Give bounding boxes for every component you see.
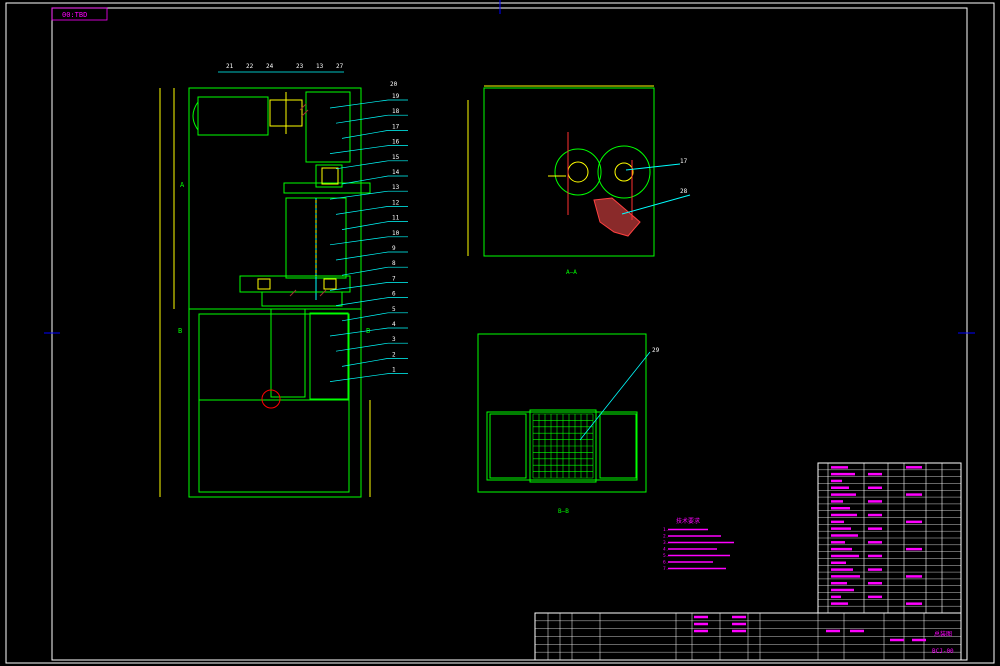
- balloon-right: 11: [392, 215, 400, 222]
- balloon-right: 14: [392, 169, 400, 176]
- balloon-right: 13: [392, 184, 400, 191]
- balloon-top-6: 27: [336, 63, 344, 70]
- balloon-right: 9: [392, 245, 396, 252]
- leader-line: [341, 266, 389, 276]
- leader-line: [335, 297, 389, 306]
- balloon-top-7: 20: [390, 81, 398, 88]
- balloon-right: 4: [392, 321, 396, 328]
- balloon-right: 15: [392, 154, 400, 161]
- leader-line: [329, 282, 389, 291]
- leader-line: [329, 327, 389, 337]
- tech-requirements: 1.2.3.4.5.6.7.: [663, 527, 734, 572]
- balloon-right: 6: [392, 291, 396, 298]
- tech-req-title: 技术要求: [676, 517, 700, 525]
- balloon-top-1: 21: [226, 63, 234, 70]
- balloon-right: 8: [392, 260, 396, 267]
- tech-req-line: 1.: [663, 527, 668, 533]
- leader-line: [335, 251, 389, 261]
- tech-req-line: 4.: [663, 547, 668, 553]
- balloon-right: 3: [392, 336, 396, 343]
- leader-line: [335, 342, 389, 352]
- balloon-right: 18: [392, 108, 400, 115]
- section-mark-b-left: B: [178, 327, 182, 335]
- balloon-top-5: 13: [316, 63, 324, 70]
- aa-balloon-17: 17: [680, 158, 688, 165]
- leader-line: [341, 221, 389, 230]
- tech-req-line: 5.: [663, 553, 668, 559]
- balloon-right: 17: [392, 123, 400, 130]
- balloon-right: 2: [392, 351, 396, 358]
- leader-line: [329, 145, 389, 154]
- balloon-top-3: 24: [266, 63, 274, 70]
- tech-req-line: 6.: [663, 560, 668, 566]
- leader-line: [329, 99, 389, 109]
- hatching-main: [289, 103, 327, 297]
- section-mark-a: A: [180, 181, 185, 189]
- balloon-right: 12: [392, 199, 400, 206]
- balloon-right: 16: [392, 139, 400, 146]
- bb-leader: [579, 351, 651, 441]
- view-label-bb: B—B: [558, 508, 569, 515]
- bom-table: [817, 462, 962, 614]
- tech-req-line: 3.: [663, 540, 668, 546]
- cad-drawing-canvas: 00:TBD A B B: [5, 0, 995, 664]
- balloon-right: 5: [392, 306, 396, 313]
- balloon-right: 19: [392, 93, 400, 100]
- balloon-right: 10: [392, 230, 400, 237]
- tech-req-line: 7.: [663, 566, 668, 572]
- title-block-code: BCJ-00: [932, 648, 954, 655]
- stamp-text: 00:TBD: [62, 11, 87, 19]
- title-block-name: 总装图: [934, 630, 952, 638]
- balloon-right: 7: [392, 275, 396, 282]
- leader-line: [335, 206, 389, 215]
- leader-line: [335, 114, 389, 124]
- leader-line: [329, 190, 389, 200]
- mesh-grid: [532, 413, 594, 479]
- right-balloon-group: 19 18 17 16 15 14 13 12 11 10 9 8 7 6 5 4 3 2 1: [329, 93, 408, 382]
- tech-req-line: 2.: [663, 534, 668, 540]
- bottom-revision-table: [534, 612, 962, 661]
- main-front-view: [188, 87, 371, 498]
- view-aa: [467, 85, 691, 257]
- balloon-top-4: 23: [296, 63, 304, 70]
- view-bb: [477, 333, 647, 493]
- top-balloon-group: 21 22 24 23 13 27 20: [218, 63, 398, 88]
- balloon-top-2: 22: [246, 63, 254, 70]
- leader-line: [329, 236, 389, 246]
- leader-line: [341, 130, 389, 139]
- bb-balloon-29: 29: [652, 347, 660, 354]
- leader-line: [329, 373, 389, 382]
- view-label-aa: A—A: [566, 269, 577, 276]
- balloon-right: 1: [392, 367, 396, 374]
- aa-balloon-28: 28: [680, 188, 688, 195]
